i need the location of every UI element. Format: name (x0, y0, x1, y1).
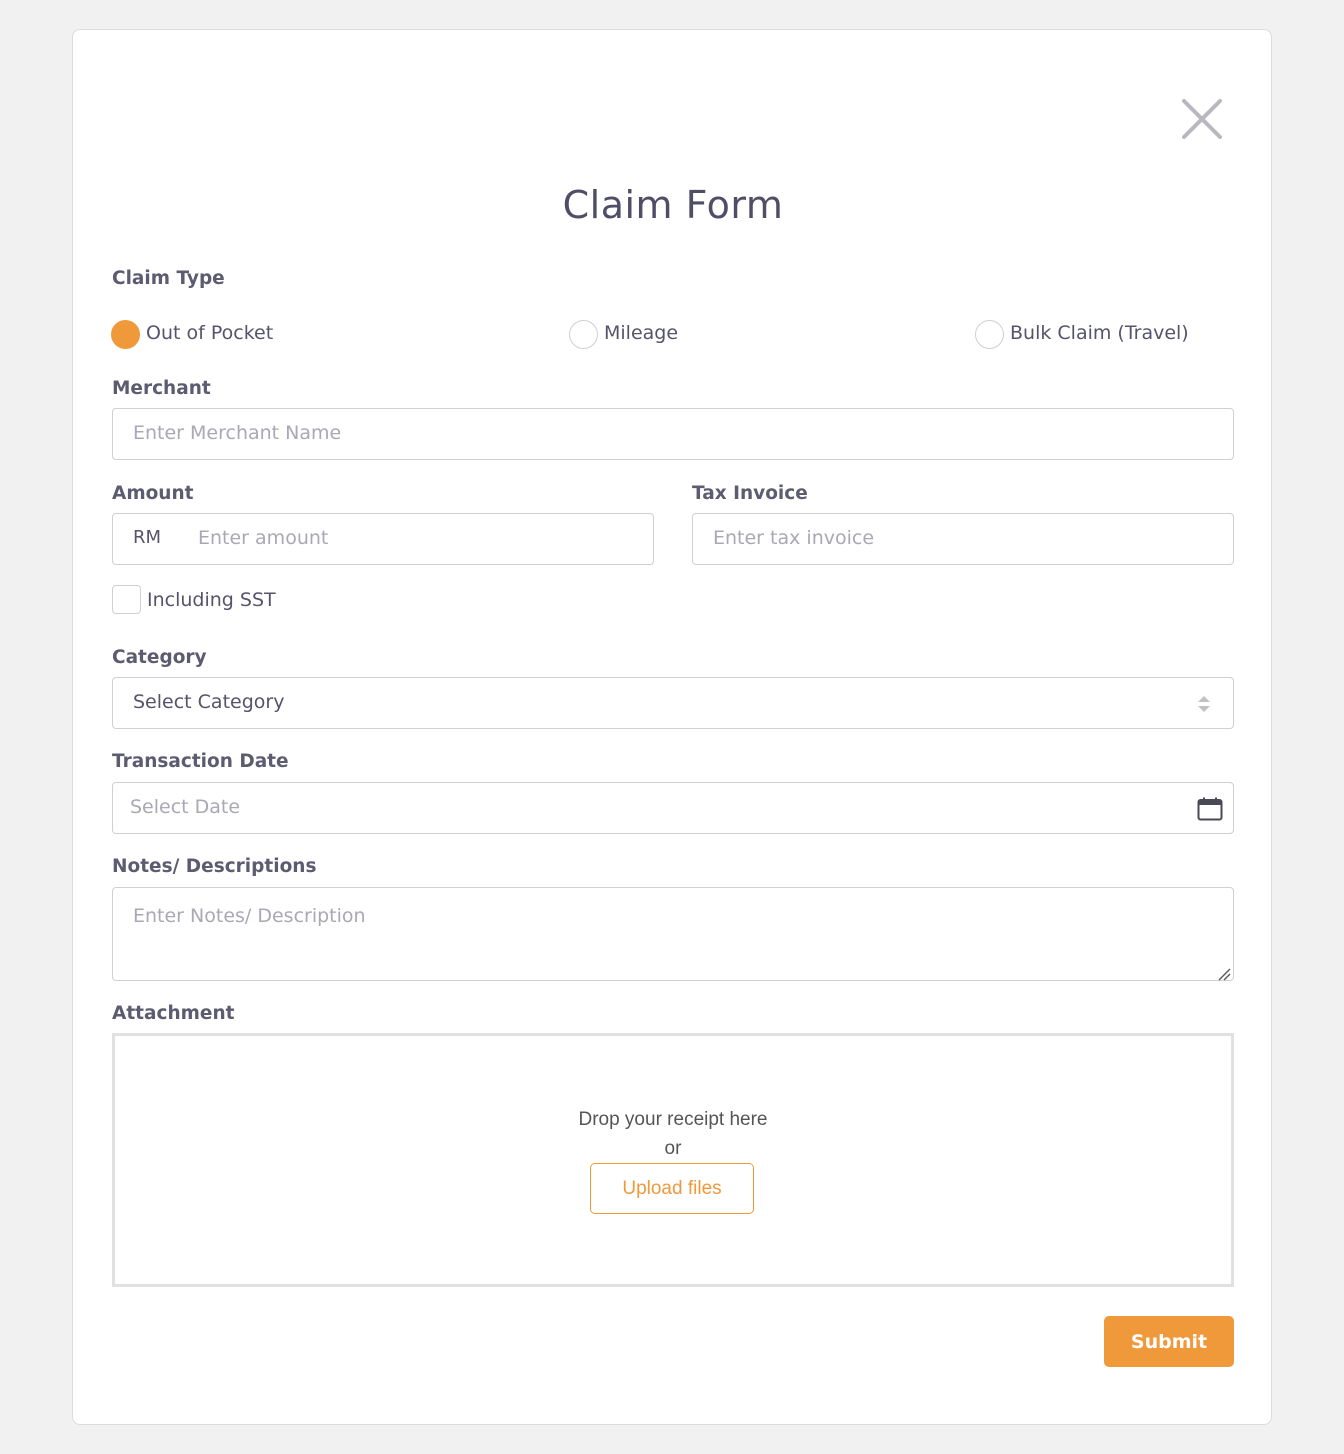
radio-out-of-pocket[interactable]: Out of Pocket (111, 316, 273, 349)
radio-label: Out of Pocket (146, 321, 274, 344)
notes-label: Notes/ Descriptions (112, 856, 317, 877)
amount-label: Amount (112, 483, 194, 504)
attachment-label: Attachment (112, 1003, 235, 1024)
tax-invoice-placeholder: Enter tax invoice (713, 527, 875, 549)
radio-bulk-claim-travel[interactable]: Bulk Claim (Travel) (975, 316, 1189, 349)
submit-button[interactable]: Submit (1104, 1316, 1234, 1367)
currency-prefix: RM (133, 527, 162, 548)
category-selected-value: Select Category (133, 691, 285, 713)
transaction-date-label: Transaction Date (112, 751, 289, 772)
category-select[interactable]: Select Category (112, 677, 1234, 729)
notes-placeholder: Enter Notes/ Description (133, 905, 366, 927)
upload-files-button[interactable]: Upload files (590, 1163, 754, 1214)
tax-invoice-field[interactable]: Enter tax invoice (692, 513, 1234, 565)
merchant-placeholder: Enter Merchant Name (133, 422, 342, 444)
radio-unchecked-icon (569, 320, 598, 349)
checkbox-label: Including SST (147, 588, 276, 611)
including-sst-checkbox[interactable]: Including SST (112, 585, 276, 614)
radio-label: Mileage (604, 321, 679, 344)
notes-textarea[interactable]: Enter Notes/ Description (112, 887, 1234, 981)
attachment-dropzone[interactable]: Drop your receipt here or Upload files (112, 1033, 1234, 1287)
category-label: Category (112, 647, 207, 668)
close-icon[interactable] (1181, 98, 1223, 140)
resize-handle-icon[interactable] (1217, 964, 1231, 981)
claim-type-radio-group: Out of Pocket Mileage Bulk Claim (Travel… (73, 316, 1273, 350)
amount-field[interactable]: RM Enter amount (112, 513, 654, 565)
claim-form-modal: Claim Form Claim Type Out of Pocket Mile… (72, 29, 1272, 1425)
radio-label: Bulk Claim (Travel) (1010, 321, 1189, 344)
tax-invoice-label: Tax Invoice (692, 483, 808, 504)
radio-checked-icon (111, 320, 140, 349)
merchant-field[interactable]: Enter Merchant Name (112, 408, 1234, 460)
claim-type-label: Claim Type (112, 268, 225, 289)
transaction-date-field[interactable]: Select Date (112, 782, 1234, 834)
page-title: Claim Form (562, 183, 784, 227)
date-placeholder: Select Date (130, 796, 241, 818)
select-arrows-icon (1197, 695, 1211, 713)
checkbox-icon (112, 585, 141, 614)
drop-text: Drop your receipt here (578, 1109, 768, 1130)
radio-mileage[interactable]: Mileage (569, 316, 678, 349)
merchant-label: Merchant (112, 378, 211, 399)
radio-unchecked-icon (975, 320, 1004, 349)
amount-placeholder: Enter amount (198, 527, 329, 549)
calendar-icon[interactable] (1197, 797, 1223, 821)
or-text: or (664, 1138, 682, 1159)
